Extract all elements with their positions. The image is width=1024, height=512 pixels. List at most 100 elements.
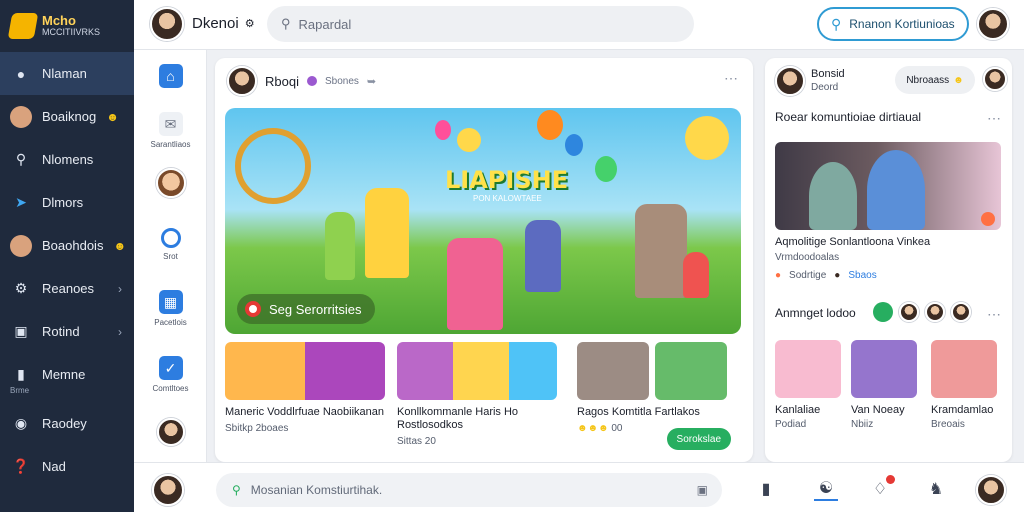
- friends-avatar-row: [873, 302, 971, 322]
- sidebar-item-5[interactable]: ⚙ Reanoes ›: [0, 267, 134, 310]
- thumbnail-image: [397, 342, 557, 400]
- friend-name[interactable]: Van Noeay: [851, 404, 905, 416]
- avatar[interactable]: [925, 302, 945, 322]
- rail-item-home[interactable]: ⌂: [134, 64, 207, 88]
- video-preview[interactable]: [775, 142, 1001, 230]
- sidebar-item-label: Dlmors: [42, 195, 84, 210]
- balloon-illustration: [435, 120, 451, 140]
- thumbnail-image: [655, 342, 727, 400]
- post-author[interactable]: Rboqi: [265, 74, 299, 89]
- thumbnail-image: [577, 342, 649, 400]
- more-options-icon[interactable]: ⋯: [987, 306, 1002, 323]
- bookmark-icon: ▮: [17, 366, 25, 382]
- sidebar-item-7[interactable]: ▮ Memne Brme: [0, 353, 134, 396]
- sidebar-item-1[interactable]: Boaiknog ☻: [0, 95, 134, 138]
- panel-user-avatar[interactable]: [775, 66, 805, 96]
- person-illustration: [809, 162, 857, 230]
- thumbnail-card[interactable]: Ragos Komtitla Fartlakos ☻☻☻ 00: [577, 342, 731, 434]
- sidebar-item-label: Nad: [42, 459, 66, 474]
- green-action-button[interactable]: Sorokslae: [666, 428, 731, 450]
- fire-icon: ●: [775, 270, 782, 281]
- settings-icon[interactable]: ⚙: [245, 17, 255, 30]
- user-icon: ●: [16, 65, 26, 82]
- location-pin-icon: [245, 301, 261, 317]
- avatar[interactable]: [951, 302, 971, 322]
- help-icon: ❓: [12, 458, 30, 474]
- friend-card-image[interactable]: [775, 340, 841, 398]
- circle-icon: [160, 228, 181, 248]
- cta-label: Rnanon Kortiunioas: [849, 17, 955, 31]
- more-options-icon[interactable]: ⋯: [724, 70, 739, 87]
- sidebar-item-6[interactable]: ▣ Rotind ›: [0, 310, 134, 353]
- logo[interactable]: Mcho MCCITIIVRKS: [0, 0, 134, 52]
- avatar[interactable]: [899, 302, 919, 322]
- sidebar-item-3[interactable]: ➤ Dlmors: [0, 181, 134, 224]
- thumbnail-meta: Sittas 20: [397, 436, 436, 447]
- rail-label: Pacetlois: [154, 318, 187, 327]
- friend-card-image[interactable]: [851, 340, 917, 398]
- avatar-mini-icon: ●: [834, 270, 841, 281]
- sidebar-item-0[interactable]: ● Nlaman: [0, 52, 134, 95]
- thumbnail-title: Ragos Komtitla Fartlakos: [577, 406, 700, 418]
- sidebar-item-9[interactable]: ❓ Nad: [0, 445, 134, 488]
- photos-icon: ▦: [158, 290, 183, 314]
- thumbnail-card[interactable]: Konllkommanle Haris Ho Rostlosodkos Sitt…: [397, 342, 557, 447]
- bottom-avatar[interactable]: [152, 474, 184, 506]
- rail-item-friend[interactable]: [134, 418, 207, 446]
- more-options-icon[interactable]: ⋯: [987, 110, 1002, 127]
- compose-input[interactable]: ⚲ Mosanian Komstiurtihak. ▣: [216, 473, 722, 507]
- stat-1: Sodrtige: [789, 270, 827, 281]
- avatar: [10, 105, 32, 128]
- hero-image[interactable]: LIAPISHE PON KALOWTAEE Seg Serorritsies: [225, 108, 741, 334]
- share-icon[interactable]: ➥: [367, 75, 376, 88]
- video-subtitle: Vrmdoodoalas: [775, 252, 840, 263]
- profile-avatar[interactable]: [977, 8, 1009, 40]
- video-icon: ▣: [14, 323, 28, 339]
- rail-item-mail[interactable]: ✉ Sarantliaos: [134, 112, 207, 149]
- hero-chip-label: Seg Serorritsies: [269, 301, 362, 317]
- page-icon[interactable]: ▮: [754, 477, 778, 501]
- rail-item-photos[interactable]: ▦ Pacetlois: [134, 290, 207, 327]
- post-author-avatar[interactable]: [227, 66, 257, 96]
- groups-icon[interactable]: ☯: [814, 477, 838, 501]
- rail-item-profile[interactable]: [134, 168, 207, 198]
- camera-icon[interactable]: ▣: [697, 483, 708, 497]
- bell-icon[interactable]: ♞: [924, 477, 948, 501]
- video-title[interactable]: Aqmolitige Sonlantloona Vinkea: [775, 236, 930, 248]
- bottom-profile-avatar[interactable]: [976, 475, 1006, 505]
- username[interactable]: Dkenoi: [192, 15, 239, 32]
- mentions-pill[interactable]: Nbroaass ☻: [895, 66, 975, 94]
- balloon-illustration: [537, 110, 563, 140]
- child-character-illustration: [447, 238, 503, 330]
- search-icon: ⚲: [281, 16, 291, 31]
- sidebar: Mcho MCCITIIVRKS ● Nlaman Boaiknog ☻ ⚲ N…: [0, 0, 134, 512]
- friend-sub: Nbiiz: [851, 419, 874, 430]
- person-illustration: [867, 150, 925, 230]
- hero-chip[interactable]: Seg Serorritsies: [237, 294, 376, 324]
- icon-rail: ⌂ ✉ Sarantliaos Srot ▦ Pacetlois ✓ Comtl…: [134, 50, 207, 462]
- search-input[interactable]: ⚲ Rapardal: [267, 6, 694, 42]
- panel-user-name[interactable]: Bonsid: [811, 68, 845, 80]
- online-icon[interactable]: [873, 302, 893, 322]
- user-avatar[interactable]: [150, 7, 184, 41]
- friend-name[interactable]: Kanlaliae: [775, 404, 820, 416]
- balloon-illustration: [565, 134, 583, 156]
- friend-card-image[interactable]: [931, 340, 997, 398]
- chevron-right-icon: ›: [118, 324, 122, 339]
- post-meta: Sbones: [324, 75, 359, 87]
- friend-sub: Podiad: [775, 419, 807, 430]
- panel-avatar[interactable]: [983, 67, 1007, 91]
- thumbnail-meta: Sbitkp 2boaes: [225, 423, 289, 434]
- sidebar-item-4[interactable]: Boaohdois ☻: [0, 224, 134, 267]
- bottom-bar: ⚲ Mosanian Komstiurtihak. ▣ ▮ ☯ ♢ ♞: [134, 462, 1024, 512]
- feed-post-card: Rboqi Sbones ➥ ⋯ LIAPISHE PON KALOWTAEE …: [215, 58, 753, 462]
- rail-item-circle[interactable]: Srot: [134, 228, 207, 261]
- friend-name[interactable]: Kramdamlao: [931, 404, 993, 416]
- thumbnail-card[interactable]: Maneric Voddlrfuae Naobiikanan Sbitkp 2b…: [225, 342, 385, 434]
- rail-item-check[interactable]: ✓ Comtltoes: [134, 356, 207, 393]
- cta-button[interactable]: ⚲ Rnanon Kortiunioas: [817, 7, 969, 41]
- sidebar-item-label: Reanoes: [42, 281, 95, 296]
- sidebar-item-2[interactable]: ⚲ Nlomens: [0, 138, 134, 181]
- globe-icon: ◉: [14, 415, 28, 431]
- sidebar-item-8[interactable]: ◉ Raodey: [0, 402, 134, 445]
